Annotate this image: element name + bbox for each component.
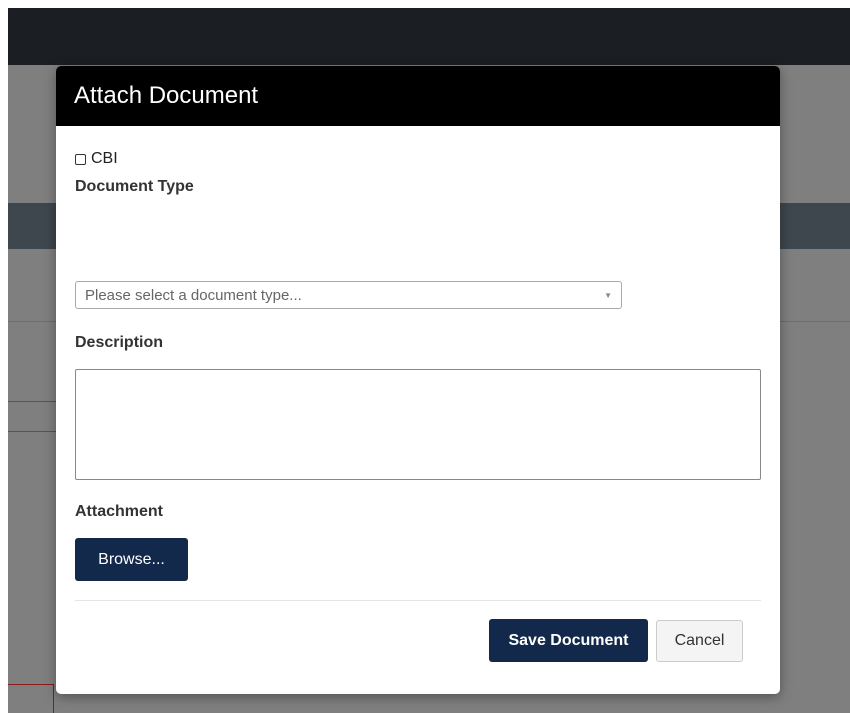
top-strip	[0, 0, 850, 8]
document-type-select[interactable]: Please select a document type... ▼	[75, 281, 622, 309]
save-document-button[interactable]: Save Document	[489, 619, 648, 662]
description-label: Description	[75, 334, 164, 351]
cancel-button[interactable]: Cancel	[656, 620, 743, 662]
cbi-checkbox[interactable]: CBI	[75, 150, 118, 168]
attach-document-modal: Attach Document CBI Document Type Please…	[56, 66, 780, 694]
document-type-label: Document Type	[75, 178, 194, 195]
triangle-down-icon: ▼	[604, 291, 612, 300]
footer-divider	[75, 600, 761, 601]
checkbox-unchecked-icon[interactable]	[75, 153, 86, 165]
browse-button[interactable]: Browse...	[75, 538, 188, 581]
modal-header: Attach Document	[56, 66, 780, 126]
description-textarea[interactable]	[75, 369, 761, 480]
attachment-label: Attachment	[75, 503, 164, 520]
cbi-label: CBI	[91, 150, 118, 167]
modal-title: Attach Document	[74, 82, 259, 109]
app-highlight-box	[8, 684, 54, 713]
app-navbar	[8, 8, 850, 65]
document-type-placeholder: Please select a document type...	[85, 286, 302, 304]
